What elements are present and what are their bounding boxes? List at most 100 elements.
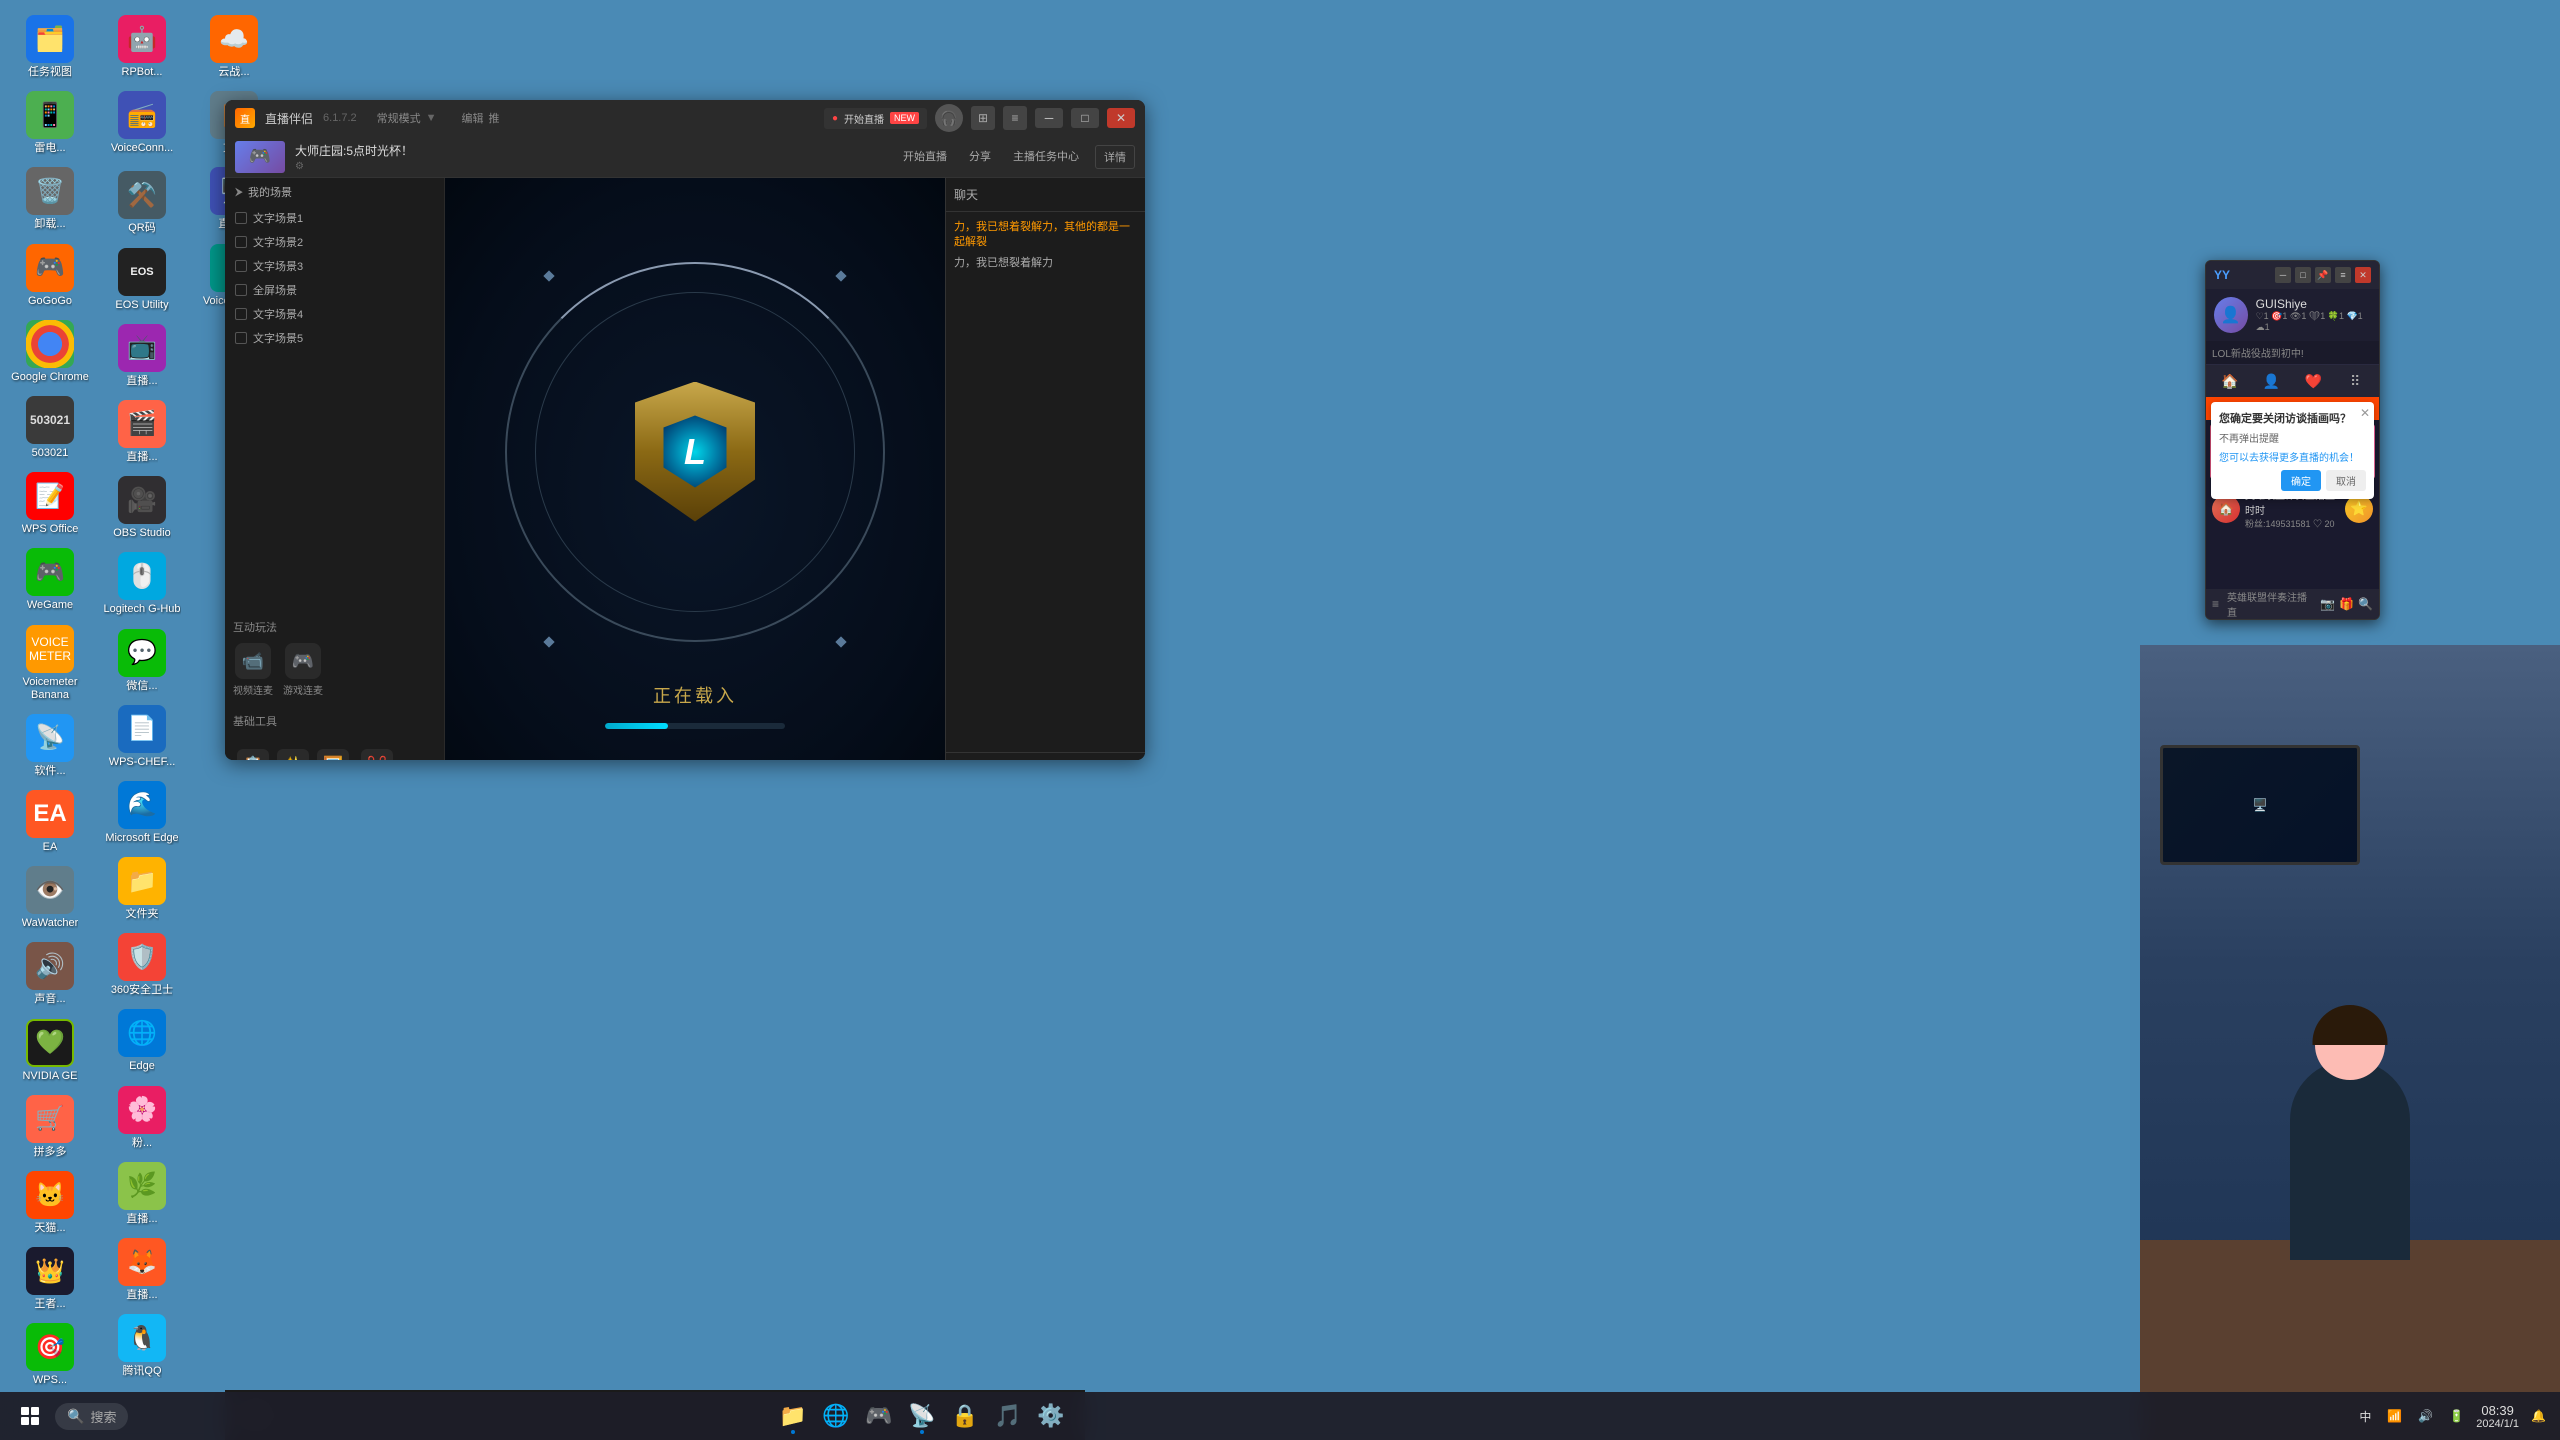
game-link-item[interactable]: 🎮 游戏连麦 <box>283 643 323 697</box>
yy-search-icon[interactable]: 🔍 <box>2358 597 2373 611</box>
tool-filter[interactable]: ✨ 滤镜 <box>277 749 309 760</box>
taskbar-lang[interactable]: 中 <box>2355 1404 2375 1429</box>
taskbar-app-chrome[interactable]: 🌐 <box>816 1396 856 1436</box>
grid-btn[interactable]: ⊞ <box>971 106 995 130</box>
taskbar-clock[interactable]: 08:39 2024/1/1 <box>2476 1403 2519 1430</box>
taskbar-volume[interactable]: 🔊 <box>2414 1405 2437 1427</box>
desktop-icon-uninst[interactable]: 🗑️ 卸载... <box>5 162 95 236</box>
start-stream-btn[interactable]: ● 开始直播 NEW <box>824 108 927 129</box>
desktop-icon-503021[interactable]: 503021 503021 <box>5 391 95 465</box>
yy-nav-home[interactable]: 🏠 <box>2210 369 2250 393</box>
desktop-icon-folder2[interactable]: 📁 文件夹 <box>97 852 187 926</box>
open-stream-btn[interactable]: 开始直播 <box>897 145 953 169</box>
minimize-btn[interactable]: ─ <box>1035 108 1063 128</box>
desktop-icon-tianmao[interactable]: 🐱 天猫... <box>5 1166 95 1240</box>
taskbar-notification[interactable]: 🔔 <box>2527 1405 2550 1427</box>
scene-item-4[interactable]: 文字场景4 <box>225 302 444 326</box>
desktop-icon-leidian[interactable]: 📱 雷电... <box>5 86 95 160</box>
yy-nav-follow[interactable]: ❤️ <box>2294 369 2334 393</box>
desktop-icon-logitech[interactable]: 🖱️ Logitech G-Hub <box>97 547 187 621</box>
prev-thumb-btn[interactable]: ‹ <box>2205 444 2206 460</box>
maximize-btn[interactable]: □ <box>1071 108 1099 128</box>
scene-item-1[interactable]: 文字场景2 <box>225 230 444 254</box>
taskbar-app-filemgr[interactable]: 📁 <box>773 1396 813 1436</box>
desktop-icon-ms-edge[interactable]: 🌊 Microsoft Edge <box>97 776 187 850</box>
headset-btn[interactable]: 🎧 <box>935 104 963 132</box>
desktop-icon-misc3[interactable]: 🎬 直播... <box>97 395 187 469</box>
push-label[interactable]: 推 <box>489 110 500 126</box>
desktop-icon-taskview[interactable]: 🗂️ 任务视图 <box>5 10 95 84</box>
desktop-icon-pink[interactable]: 🌸 粉... <box>97 1081 187 1155</box>
desktop-icon-yunzhan[interactable]: ☁️ 云战... <box>189 10 279 84</box>
desktop-icon-shopee[interactable]: 🛒 拼多多 <box>5 1090 95 1164</box>
desktop-icon-chrome[interactable]: Google Chrome <box>5 315 95 389</box>
taskbar-search[interactable]: 🔍 搜索 <box>55 1403 128 1430</box>
edit-label[interactable]: 编辑 <box>462 110 484 126</box>
desktop-icon-wps3[interactable]: 📄 WPS-CHEF... <box>97 700 187 774</box>
popup-link[interactable]: 您可以去获得更多直播的机会！ <box>2219 449 2366 464</box>
desktop-icon-rpbot[interactable]: 🤖 RPBot... <box>97 10 187 84</box>
taskbar-app-live[interactable]: 📡 <box>902 1396 942 1436</box>
detail-btn[interactable]: 详情 <box>1095 145 1135 169</box>
yy-close-btn[interactable]: ✕ <box>2355 267 2371 283</box>
taskbar-app-game[interactable]: 🎮 <box>859 1396 899 1436</box>
tool-task[interactable]: 📋 任务中心 <box>233 749 273 760</box>
desktop-icon-wangzhe[interactable]: 👑 王者... <box>5 1242 95 1316</box>
desktop-icon-eos[interactable]: EOS EOS Utility <box>97 243 187 317</box>
yy-pin-btn[interactable]: 📌 <box>2315 267 2331 283</box>
desktop-icon-miracast[interactable]: 📡 软件... <box>5 709 95 783</box>
tool-virtual-bg[interactable]: 🖼️ 虚拟背景 <box>313 749 353 760</box>
yy-camera-icon[interactable]: 📷 <box>2320 597 2335 611</box>
scene-item-5[interactable]: 文字场景5 <box>225 326 444 350</box>
yy-menu-icon[interactable]: ≡ <box>2212 597 2219 611</box>
desktop-icon-wegame2[interactable]: 🎯 WPS... <box>5 1318 95 1392</box>
yy-gift-icon[interactable]: 🎁 <box>2339 597 2354 611</box>
popup-cancel-btn[interactable]: 取消 <box>2326 470 2366 491</box>
taskbar-app-vpn[interactable]: 🔒 <box>945 1396 985 1436</box>
desktop-icon-watcher[interactable]: 👁️ WaWatcher <box>5 861 95 935</box>
desktop-icon-voicemeeter[interactable]: VOICE METER Voicemeter Banana <box>5 620 95 707</box>
desktop-icon-nvidia[interactable]: 💚 NVIDIA GE <box>5 1014 95 1088</box>
yy-settings-btn[interactable]: ≡ <box>2335 267 2351 283</box>
desktop-icon-misc2[interactable]: 📺 直播... <box>97 319 187 393</box>
yy-follow-text[interactable]: 英雄联盟伴奏注播直 <box>2223 589 2316 619</box>
desktop-icon-gogogo[interactable]: 🎮 GoGoGo <box>5 239 95 313</box>
taskbar-app-music[interactable]: 🎵 <box>988 1396 1028 1436</box>
taskbar-battery[interactable]: 🔋 <box>2445 1405 2468 1427</box>
desktop-icon-blacksmith[interactable]: ⚒️ QR码 <box>97 166 187 240</box>
popup-title: 您确定要关闭访谈插画吗？ <box>2219 410 2366 426</box>
desktop-icon-voiceconn[interactable]: 📻 VoiceConn... <box>97 86 187 160</box>
popup-confirm-btn[interactable]: 确定 <box>2281 470 2321 491</box>
yy-nav-more[interactable]: ⠿ <box>2335 369 2375 393</box>
desktop-icon-ea[interactable]: EA EA <box>5 785 95 859</box>
desktop-icon-misc5[interactable]: 🦊 直播... <box>97 1233 187 1307</box>
host-task-btn[interactable]: 主播任务中心 <box>1007 145 1085 169</box>
start-menu-btn[interactable] <box>10 1396 50 1436</box>
mode-dropdown-icon[interactable]: ▼ <box>426 112 437 124</box>
scene-item-0[interactable]: 文字场景1 <box>225 206 444 230</box>
scene-item-2[interactable]: 文字场景3 <box>225 254 444 278</box>
my-scenes-expand[interactable]: ⮞ <box>235 186 243 199</box>
taskbar-wifi[interactable]: 📶 <box>2383 1405 2406 1427</box>
desktop-icon-antivirus[interactable]: 🛡️ 360安全卫士 <box>97 928 187 1002</box>
desktop-icon-sound[interactable]: 🔊 声音... <box>5 937 95 1011</box>
desktop-icon-weichat[interactable]: 💬 微信... <box>97 624 187 698</box>
taskbar-app-settings[interactable]: ⚙️ <box>1031 1396 1071 1436</box>
desktop-icon-qq[interactable]: 🐧 腾讯QQ <box>97 1309 187 1383</box>
desktop-icon-obs[interactable]: 🎥 OBS Studio <box>97 471 187 545</box>
close-btn[interactable]: ✕ <box>1107 108 1135 128</box>
yy-restore-btn[interactable]: □ <box>2295 267 2311 283</box>
scene-item-3[interactable]: 全屏场景 <box>225 278 444 302</box>
yy-minimize-btn[interactable]: ─ <box>2275 267 2291 283</box>
next-thumb-btn[interactable]: › <box>2379 444 2380 460</box>
desktop-icon-wegame[interactable]: 🎮 WeGame <box>5 543 95 617</box>
yy-nav-user[interactable]: 👤 <box>2252 369 2292 393</box>
popup-close-btn[interactable]: ✕ <box>2360 406 2370 420</box>
desktop-icon-wps[interactable]: 📝 WPS Office <box>5 467 95 541</box>
desktop-icon-edge2[interactable]: 🌐 Edge <box>97 1004 187 1078</box>
menu-btn[interactable]: ≡ <box>1003 106 1027 130</box>
desktop-icon-misc4[interactable]: 🌿 直播... <box>97 1157 187 1231</box>
share-btn[interactable]: 分享 <box>963 145 997 169</box>
tool-clip[interactable]: ✂️ 视频片段 <box>357 749 397 760</box>
video-link-item[interactable]: 📹 视频连麦 <box>233 643 273 697</box>
